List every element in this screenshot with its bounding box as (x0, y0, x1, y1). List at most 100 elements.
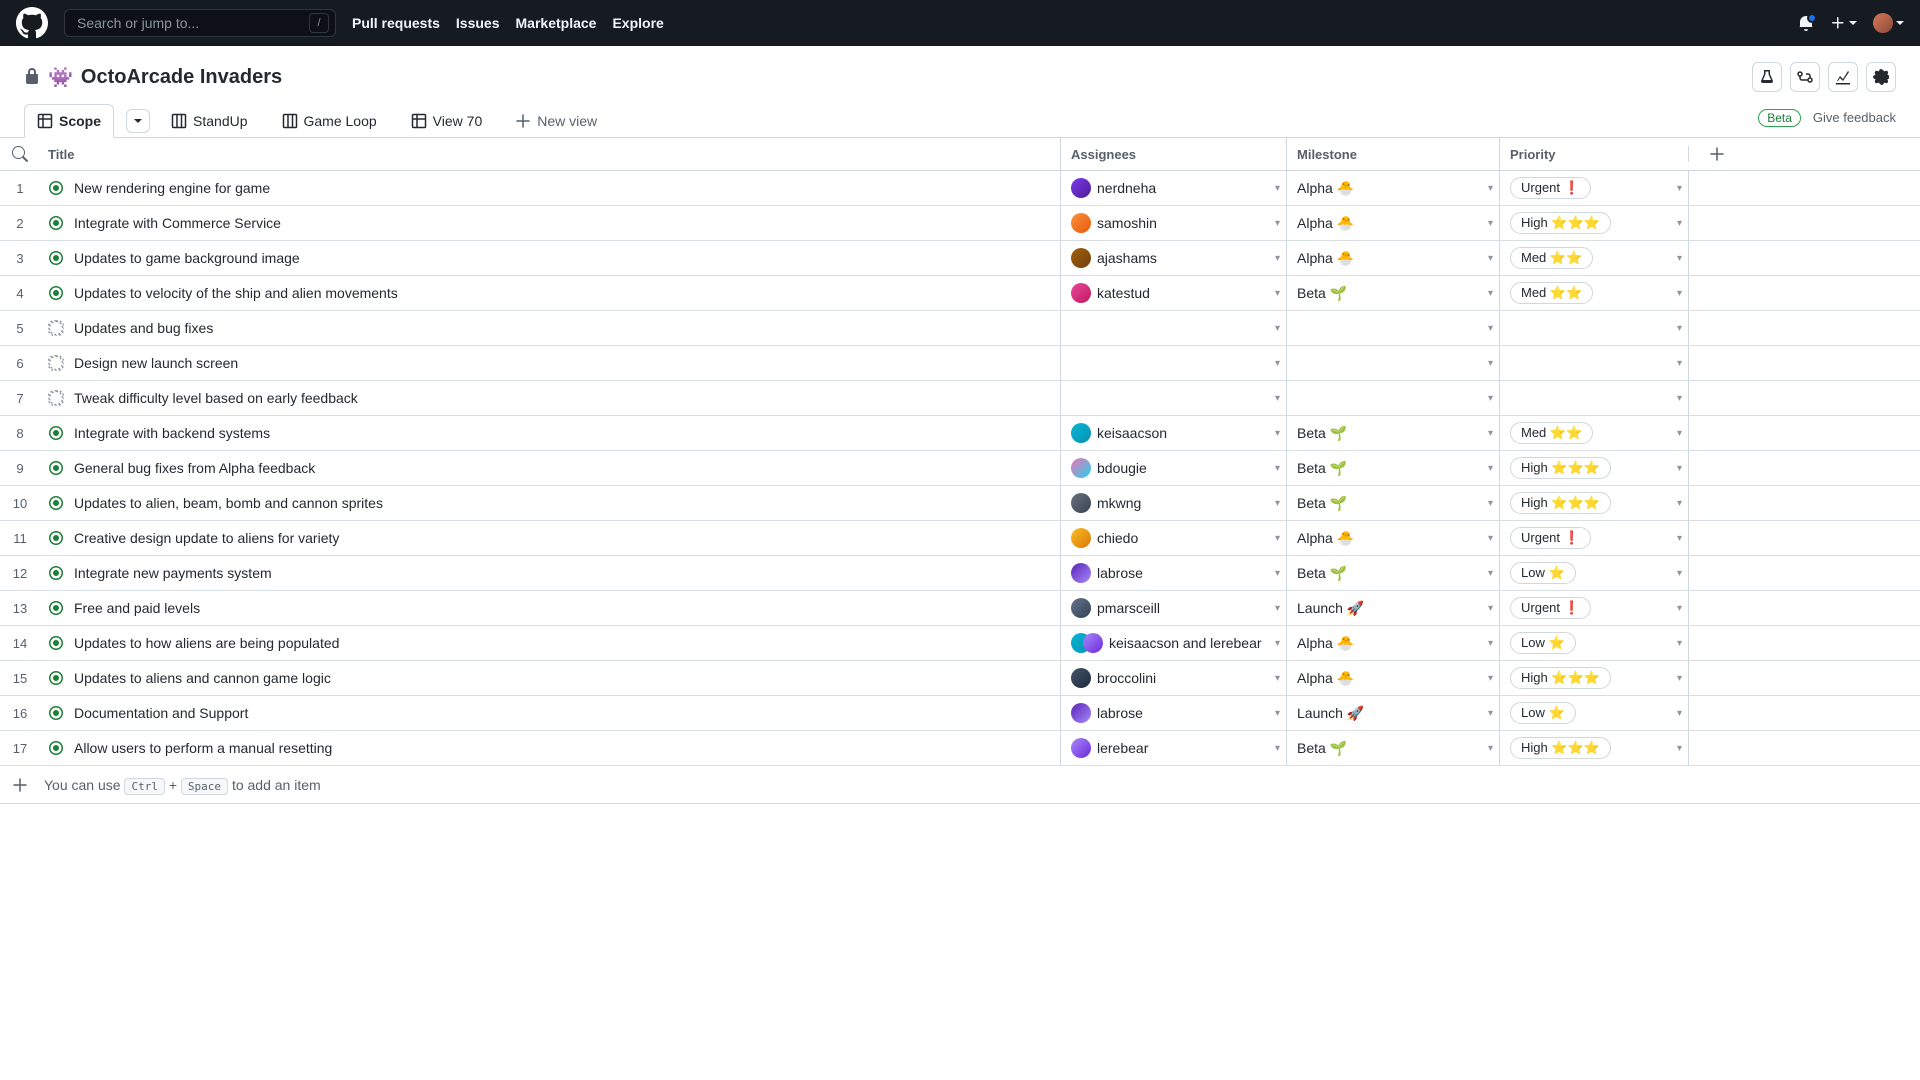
cell-dropdown-icon[interactable]: ▾ (1275, 743, 1280, 754)
milestone-cell[interactable]: Alpha 🐣▾ (1286, 661, 1499, 695)
priority-cell[interactable]: High ⭐⭐⭐▾ (1499, 451, 1688, 485)
table-row[interactable]: 11Creative design update to aliens for v… (0, 521, 1920, 556)
priority-cell[interactable]: Med ⭐⭐▾ (1499, 416, 1688, 450)
user-menu-dropdown[interactable] (1873, 13, 1904, 33)
global-search-input[interactable]: Search or jump to... / (64, 9, 336, 37)
assignee-cell[interactable]: mkwng▾ (1060, 486, 1286, 520)
priority-cell[interactable]: ▾ (1499, 311, 1688, 345)
table-row[interactable]: 13Free and paid levelspmarsceill▾Launch … (0, 591, 1920, 626)
priority-cell[interactable]: High ⭐⭐⭐▾ (1499, 206, 1688, 240)
nav-issues[interactable]: Issues (456, 15, 500, 31)
assignee-cell[interactable]: ajashams▾ (1060, 241, 1286, 275)
cell-dropdown-icon[interactable]: ▾ (1275, 603, 1280, 614)
milestone-cell[interactable]: Launch 🚀▾ (1286, 591, 1499, 625)
cell-dropdown-icon[interactable]: ▾ (1488, 288, 1493, 299)
workflow-button[interactable] (1790, 62, 1820, 92)
cell-dropdown-icon[interactable]: ▾ (1275, 638, 1280, 649)
assignee-cell[interactable]: ▾ (1060, 311, 1286, 345)
table-row[interactable]: 15Updates to aliens and cannon game logi… (0, 661, 1920, 696)
cell-dropdown-icon[interactable]: ▾ (1677, 463, 1682, 474)
priority-cell[interactable]: Low ⭐▾ (1499, 556, 1688, 590)
github-logo-icon[interactable] (16, 7, 48, 39)
table-row[interactable]: 5Updates and bug fixes▾▾▾ (0, 311, 1920, 346)
priority-cell[interactable]: High ⭐⭐⭐▾ (1499, 731, 1688, 765)
omnibar[interactable]: You can use Ctrl + Space to add an item (0, 766, 1920, 804)
cell-dropdown-icon[interactable]: ▾ (1275, 673, 1280, 684)
assignee-cell[interactable]: labrose▾ (1060, 556, 1286, 590)
table-row[interactable]: 10Updates to alien, beam, bomb and canno… (0, 486, 1920, 521)
cell-dropdown-icon[interactable]: ▾ (1488, 393, 1493, 404)
title-cell[interactable]: General bug fixes from Alpha feedback (40, 451, 1060, 485)
cell-dropdown-icon[interactable]: ▾ (1677, 638, 1682, 649)
title-cell[interactable]: Design new launch screen (40, 346, 1060, 380)
title-cell[interactable]: Updates to how aliens are being populate… (40, 626, 1060, 660)
cell-dropdown-icon[interactable]: ▾ (1677, 393, 1682, 404)
title-cell[interactable]: Integrate with Commerce Service (40, 206, 1060, 240)
column-header-priority[interactable]: Priority (1499, 138, 1688, 170)
priority-cell[interactable]: Med ⭐⭐▾ (1499, 241, 1688, 275)
cell-dropdown-icon[interactable]: ▾ (1677, 673, 1682, 684)
milestone-cell[interactable]: Alpha 🐣▾ (1286, 171, 1499, 205)
cell-dropdown-icon[interactable]: ▾ (1275, 428, 1280, 439)
cell-dropdown-icon[interactable]: ▾ (1488, 603, 1493, 614)
cell-dropdown-icon[interactable]: ▾ (1488, 218, 1493, 229)
create-new-dropdown[interactable] (1830, 15, 1857, 31)
title-cell[interactable]: Tweak difficulty level based on early fe… (40, 381, 1060, 415)
title-cell[interactable]: Updates to alien, beam, bomb and cannon … (40, 486, 1060, 520)
assignee-cell[interactable]: nerdneha▾ (1060, 171, 1286, 205)
assignee-cell[interactable]: bdougie▾ (1060, 451, 1286, 485)
cell-dropdown-icon[interactable]: ▾ (1488, 323, 1493, 334)
cell-dropdown-icon[interactable]: ▾ (1488, 708, 1493, 719)
assignee-cell[interactable]: pmarsceill▾ (1060, 591, 1286, 625)
assignee-cell[interactable]: keisaacson and lerebear▾ (1060, 626, 1286, 660)
assignee-cell[interactable]: broccolini▾ (1060, 661, 1286, 695)
cell-dropdown-icon[interactable]: ▾ (1677, 603, 1682, 614)
cell-dropdown-icon[interactable]: ▾ (1488, 428, 1493, 439)
cell-dropdown-icon[interactable]: ▾ (1275, 323, 1280, 334)
table-row[interactable]: 14Updates to how aliens are being popula… (0, 626, 1920, 661)
cell-dropdown-icon[interactable]: ▾ (1488, 498, 1493, 509)
title-cell[interactable]: Integrate with backend systems (40, 416, 1060, 450)
table-row[interactable]: 2Integrate with Commerce Servicesamoshin… (0, 206, 1920, 241)
cell-dropdown-icon[interactable]: ▾ (1488, 183, 1493, 194)
tab-standup[interactable]: StandUp (158, 104, 260, 137)
table-row[interactable]: 4Updates to velocity of the ship and ali… (0, 276, 1920, 311)
cell-dropdown-icon[interactable]: ▾ (1677, 708, 1682, 719)
cell-dropdown-icon[interactable]: ▾ (1488, 638, 1493, 649)
cell-dropdown-icon[interactable]: ▾ (1275, 568, 1280, 579)
table-row[interactable]: 12Integrate new payments systemlabrose▾B… (0, 556, 1920, 591)
priority-cell[interactable]: High ⭐⭐⭐▾ (1499, 661, 1688, 695)
milestone-cell[interactable]: ▾ (1286, 381, 1499, 415)
add-column-button[interactable] (1688, 146, 1920, 162)
cell-dropdown-icon[interactable]: ▾ (1488, 673, 1493, 684)
cell-dropdown-icon[interactable]: ▾ (1677, 743, 1682, 754)
cell-dropdown-icon[interactable]: ▾ (1275, 708, 1280, 719)
title-cell[interactable]: Documentation and Support (40, 696, 1060, 730)
filter-search-icon[interactable] (0, 146, 40, 162)
beaker-button[interactable] (1752, 62, 1782, 92)
milestone-cell[interactable]: Launch 🚀▾ (1286, 696, 1499, 730)
priority-cell[interactable]: Urgent ❗▾ (1499, 521, 1688, 555)
assignee-cell[interactable]: labrose▾ (1060, 696, 1286, 730)
milestone-cell[interactable]: Beta 🌱▾ (1286, 451, 1499, 485)
project-title[interactable]: OctoArcade Invaders (81, 66, 282, 89)
title-cell[interactable]: Updates to velocity of the ship and alie… (40, 276, 1060, 310)
cell-dropdown-icon[interactable]: ▾ (1677, 323, 1682, 334)
nav-explore[interactable]: Explore (612, 15, 663, 31)
tab-game-loop[interactable]: Game Loop (269, 104, 390, 137)
milestone-cell[interactable]: Beta 🌱▾ (1286, 556, 1499, 590)
cell-dropdown-icon[interactable]: ▾ (1677, 568, 1682, 579)
table-row[interactable]: 1New rendering engine for gamenerdneha▾A… (0, 171, 1920, 206)
cell-dropdown-icon[interactable]: ▾ (1677, 218, 1682, 229)
title-cell[interactable]: Creative design update to aliens for var… (40, 521, 1060, 555)
cell-dropdown-icon[interactable]: ▾ (1275, 288, 1280, 299)
cell-dropdown-icon[interactable]: ▾ (1677, 288, 1682, 299)
milestone-cell[interactable]: Beta 🌱▾ (1286, 731, 1499, 765)
cell-dropdown-icon[interactable]: ▾ (1677, 183, 1682, 194)
title-cell[interactable]: Integrate new payments system (40, 556, 1060, 590)
tab-options-dropdown[interactable] (126, 109, 150, 133)
milestone-cell[interactable]: Alpha 🐣▾ (1286, 206, 1499, 240)
priority-cell[interactable]: ▾ (1499, 346, 1688, 380)
settings-button[interactable] (1866, 62, 1896, 92)
cell-dropdown-icon[interactable]: ▾ (1275, 253, 1280, 264)
